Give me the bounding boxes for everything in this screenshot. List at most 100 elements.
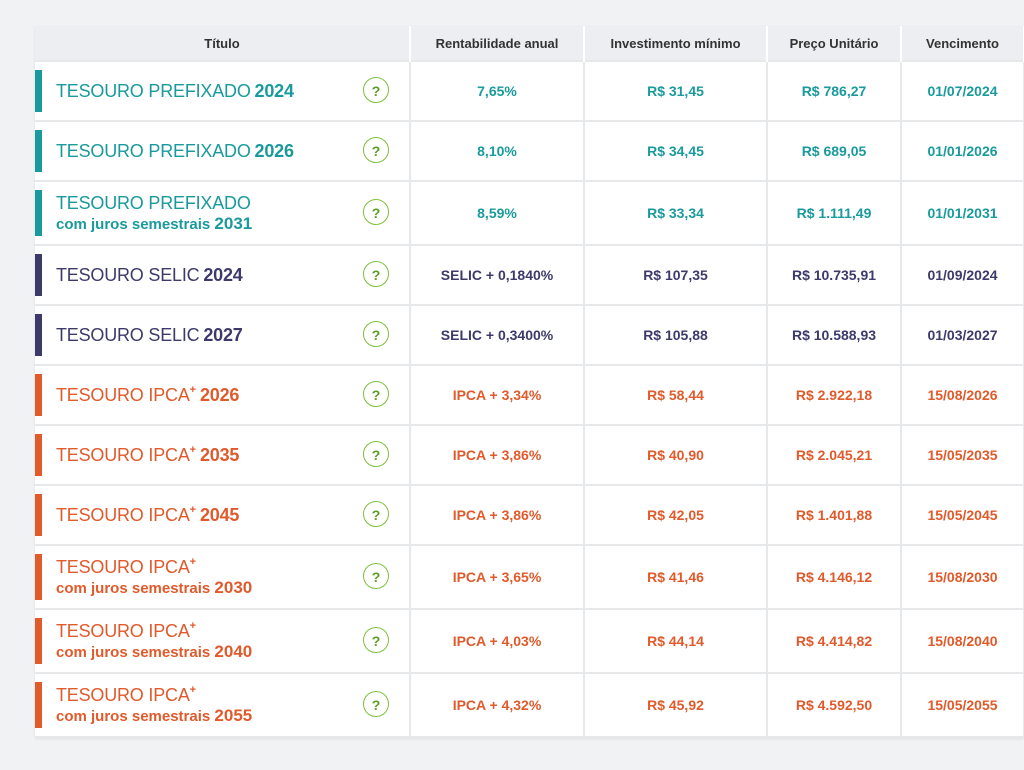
bond-year: 2030 xyxy=(214,577,253,597)
help-icon[interactable]: ? xyxy=(363,261,389,287)
ipca-plus-sign: + xyxy=(189,683,197,696)
bond-year: 2026 xyxy=(199,384,240,405)
table-row[interactable]: TESOURO IPCA+ com juros semestrais 2055? I… xyxy=(35,672,1024,738)
bond-year: 2045 xyxy=(199,504,240,525)
bond-year: 2040 xyxy=(214,641,253,661)
title-cell[interactable]: TESOURO IPCA+ 2045? xyxy=(35,484,411,545)
header-preco[interactable]: Preço Unitário xyxy=(767,26,902,61)
bond-title: TESOURO PREFIXADO 2026 xyxy=(35,141,409,162)
vencimento-cell: 15/08/2026 xyxy=(901,364,1024,425)
category-color-bar xyxy=(35,70,42,112)
category-color-bar xyxy=(35,618,42,664)
help-icon[interactable]: ? xyxy=(363,501,389,527)
table-row[interactable]: TESOURO IPCA+ com juros semestrais 2040? I… xyxy=(35,608,1024,673)
investimento-cell: R$ 41,46 xyxy=(584,544,768,609)
table-row[interactable]: TESOURO SELIC 2024? SELIC + 0,1840% R$ 107… xyxy=(35,244,1024,305)
help-icon[interactable]: ? xyxy=(363,381,389,407)
bond-year: 2024 xyxy=(203,264,243,285)
rentabilidade-cell: 8,10% xyxy=(410,120,585,181)
bond-title: TESOURO IPCA+ 2035 xyxy=(35,444,409,466)
bond-year: 2027 xyxy=(203,324,243,345)
bond-year: 2031 xyxy=(214,213,253,233)
ipca-plus-sign: + xyxy=(189,503,197,516)
bond-year: 2026 xyxy=(254,140,294,161)
header-rentabilidade[interactable]: Rentabilidade anual xyxy=(410,26,585,61)
category-color-bar xyxy=(35,554,42,600)
bond-name: TESOURO IPCA xyxy=(56,504,190,525)
title-cell[interactable]: TESOURO SELIC 2024? xyxy=(35,244,411,305)
title-cell[interactable]: TESOURO PREFIXADO 2026? xyxy=(35,120,411,181)
table-row[interactable]: TESOURO SELIC 2027? SELIC + 0,3400% R$ 105… xyxy=(35,304,1024,365)
rentabilidade-cell: IPCA + 4,32% xyxy=(410,672,585,738)
title-cell[interactable]: TESOURO IPCA+ 2035? xyxy=(35,424,411,485)
preco-cell: R$ 1.111,49 xyxy=(767,180,902,245)
bond-name: TESOURO SELIC xyxy=(56,264,200,285)
bond-subtitle-text: com juros semestrais xyxy=(56,579,211,597)
preco-cell: R$ 786,27 xyxy=(767,60,902,121)
investimento-cell: R$ 40,90 xyxy=(584,424,768,485)
header-investimento[interactable]: Investimento mínimo xyxy=(584,26,768,61)
ipca-plus-sign: + xyxy=(189,619,197,632)
bond-name: TESOURO IPCA xyxy=(56,444,190,465)
title-cell[interactable]: TESOURO PREFIXADO 2024? xyxy=(35,60,411,121)
help-icon[interactable]: ? xyxy=(363,77,389,103)
vencimento-cell: 15/08/2030 xyxy=(901,544,1024,609)
bond-title: TESOURO IPCA+ 2045 xyxy=(35,503,409,526)
title-cell[interactable]: TESOURO SELIC 2027? xyxy=(35,304,411,365)
investimento-cell: R$ 34,45 xyxy=(584,120,768,181)
category-color-bar xyxy=(35,682,42,728)
table-row[interactable]: TESOURO IPCA+ com juros semestrais 2030? I… xyxy=(35,544,1024,609)
bond-title: TESOURO IPCA+ com juros semestrais 2055 xyxy=(35,683,409,725)
rentabilidade-cell: IPCA + 3,86% xyxy=(410,484,585,545)
bond-name: TESOURO IPCA xyxy=(56,556,190,577)
table-row[interactable]: TESOURO IPCA+ 2026? IPCA + 3,34% R$ 58,44 R… xyxy=(35,364,1024,425)
rentabilidade-cell: IPCA + 3,86% xyxy=(410,424,585,485)
bond-year: 2024 xyxy=(254,80,294,101)
bond-subtitle: com juros semestrais 2030 xyxy=(56,577,253,597)
table-body: TESOURO PREFIXADO 2024? 7,65% R$ 31,45 R$ 7… xyxy=(35,60,1024,738)
vencimento-cell: 01/03/2027 xyxy=(901,304,1024,365)
title-cell[interactable]: TESOURO IPCA+ com juros semestrais 2040? xyxy=(35,608,411,673)
preco-cell: R$ 2.922,18 xyxy=(767,364,902,425)
help-icon[interactable]: ? xyxy=(363,627,389,653)
help-icon[interactable]: ? xyxy=(363,137,389,163)
bond-subtitle-text: com juros semestrais xyxy=(56,643,211,661)
help-icon[interactable]: ? xyxy=(363,441,389,467)
ipca-plus-sign: + xyxy=(189,555,197,568)
rentabilidade-cell: SELIC + 0,3400% xyxy=(410,304,585,365)
preco-cell: R$ 4.592,50 xyxy=(767,672,902,738)
help-icon[interactable]: ? xyxy=(363,563,389,589)
help-icon[interactable]: ? xyxy=(363,199,389,225)
bond-name: TESOURO PREFIXADO xyxy=(56,80,251,101)
table-row[interactable]: TESOURO PREFIXADO com juros semestrais 20… xyxy=(35,180,1024,245)
bonds-table-container: Título Rentabilidade anual Investimento … xyxy=(35,26,1024,738)
rentabilidade-cell: IPCA + 3,34% xyxy=(410,364,585,425)
help-icon[interactable]: ? xyxy=(363,321,389,347)
preco-cell: R$ 2.045,21 xyxy=(767,424,902,485)
bond-subtitle: com juros semestrais 2055 xyxy=(56,706,252,725)
bond-title: TESOURO SELIC 2027 xyxy=(35,325,409,346)
bond-title: TESOURO IPCA+ com juros semestrais 2030 xyxy=(35,555,409,597)
vencimento-cell: 01/01/2031 xyxy=(901,180,1024,245)
title-cell[interactable]: TESOURO IPCA+ com juros semestrais 2030? xyxy=(35,544,411,609)
bond-year: 2035 xyxy=(199,444,240,465)
table-row[interactable]: TESOURO IPCA+ 2035? IPCA + 3,86% R$ 40,90 R… xyxy=(35,424,1024,485)
header-titulo[interactable]: Título xyxy=(35,26,411,61)
title-cell[interactable]: TESOURO PREFIXADO com juros semestrais 20… xyxy=(35,180,411,245)
category-color-bar xyxy=(35,130,42,172)
category-color-bar xyxy=(35,434,42,476)
investimento-cell: R$ 45,92 xyxy=(584,672,768,738)
bond-subtitle-text: com juros semestrais xyxy=(56,215,211,233)
ipca-plus-sign: + xyxy=(189,383,197,396)
table-row[interactable]: TESOURO IPCA+ 2045? IPCA + 3,86% R$ 42,05 R… xyxy=(35,484,1024,545)
title-cell[interactable]: TESOURO IPCA+ com juros semestrais 2055? xyxy=(35,672,411,738)
help-icon[interactable]: ? xyxy=(363,691,389,717)
category-color-bar xyxy=(35,190,42,236)
table-row[interactable]: TESOURO PREFIXADO 2024? 7,65% R$ 31,45 R$ 7… xyxy=(35,60,1024,121)
title-cell[interactable]: TESOURO IPCA+ 2026? xyxy=(35,364,411,425)
bond-title: TESOURO SELIC 2024 xyxy=(35,265,409,286)
preco-cell: R$ 1.401,88 xyxy=(767,484,902,545)
header-vencimento[interactable]: Vencimento xyxy=(901,26,1024,61)
table-row[interactable]: TESOURO PREFIXADO 2026? 8,10% R$ 34,45 R$ 6… xyxy=(35,120,1024,181)
rentabilidade-cell: IPCA + 4,03% xyxy=(410,608,585,673)
